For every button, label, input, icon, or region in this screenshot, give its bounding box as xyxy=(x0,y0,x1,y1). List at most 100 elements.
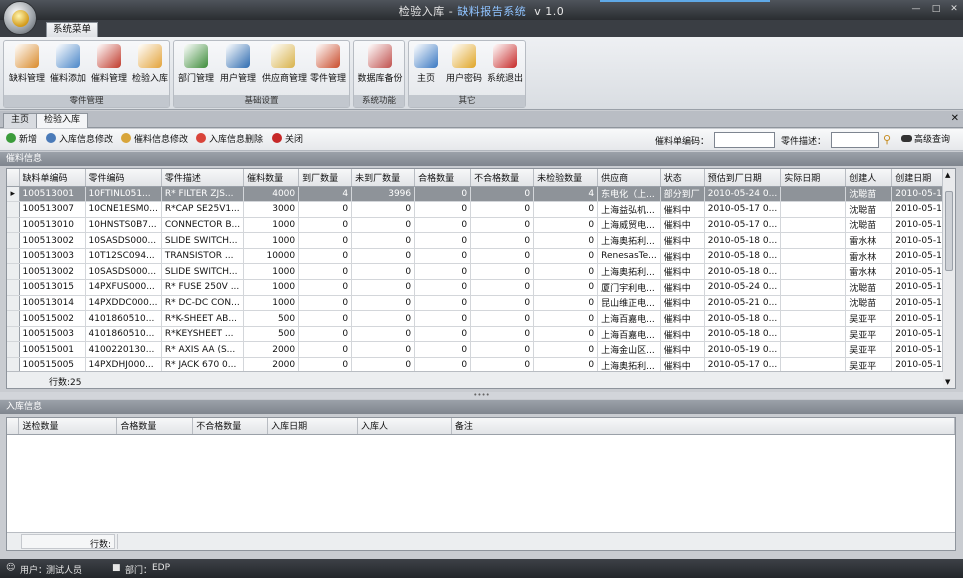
ribbon-button-0-0[interactable]: 缺料管理 xyxy=(6,43,48,95)
table-cell: 0 xyxy=(470,217,535,234)
scrollbar-thumb[interactable] xyxy=(945,191,953,271)
table-row[interactable]: 100513002 10SASDS000... SLIDE SWITCH... 100… xyxy=(7,232,955,249)
table-cell: 100513010 xyxy=(19,217,86,234)
column-header[interactable]: 零件编码 xyxy=(85,169,162,187)
app-menu-orb[interactable] xyxy=(3,1,37,35)
column-header[interactable]: 创建人 xyxy=(845,169,893,187)
scroll-up-icon[interactable]: ▲ xyxy=(945,171,950,179)
close-window-icon[interactable]: ✕ xyxy=(948,4,960,15)
table-row[interactable]: 100513007 10CNE1ESM0... R*CAP SE25V1... 300… xyxy=(7,201,955,218)
edit-reminder-button[interactable]: 催料信息修改 xyxy=(121,133,188,147)
table-row[interactable]: 100513003 10T12SC094... TRANSISTOR ... 1000… xyxy=(7,248,955,265)
advanced-search-button[interactable]: 高级查询 xyxy=(901,133,950,147)
table-cell: 2010-05-18 0... xyxy=(704,310,782,327)
table-cell: 催料中 xyxy=(660,248,705,265)
order-code-input[interactable] xyxy=(714,132,775,148)
edit-inbound-button[interactable]: 入库信息修改 xyxy=(46,133,113,147)
table-cell: 1000 xyxy=(243,232,300,249)
column-header[interactable]: 到厂数量 xyxy=(298,169,353,187)
table-cell: 0 xyxy=(470,326,535,343)
column-header[interactable]: 缺料单编码 xyxy=(19,169,86,187)
ribbon-button-1-3[interactable]: 零件管理 xyxy=(307,43,349,95)
table-row[interactable]: 100515003 4101860510... R*KEYSHEET ... 500 0… xyxy=(7,326,955,343)
close-tab-icon[interactable]: ✕ xyxy=(951,113,959,124)
table-cell: R* FUSE 250V ... xyxy=(161,279,245,296)
search-icon[interactable]: ⚲ xyxy=(883,133,891,146)
book-icon xyxy=(97,44,121,68)
minimize-icon[interactable]: — xyxy=(910,4,922,15)
column-header[interactable]: 预估到厂日期 xyxy=(704,169,782,187)
ribbon-button-1-0[interactable]: 部门管理 xyxy=(175,43,217,95)
app-name: 缺料报告系统 xyxy=(457,5,527,18)
toolbar: 新增 入库信息修改 催料信息修改 入库信息删除 关闭 催料单编码： 零件描述： … xyxy=(0,129,963,151)
table-cell: R*CAP SE25V1... xyxy=(161,201,245,218)
add-button[interactable]: 新增 xyxy=(6,133,37,147)
table-cell: 100515003 xyxy=(19,326,86,343)
table-row[interactable]: ▸ 100513001 10FTINL051... R* FILTER ZJS... 4… xyxy=(7,186,955,203)
table-cell: 2010-05-19 0... xyxy=(704,341,782,359)
pencil-doc-icon xyxy=(15,44,39,68)
part-desc-input[interactable] xyxy=(831,132,879,148)
table-row[interactable]: 100515002 4101860510... R*K-SHEET AB... 500… xyxy=(7,310,955,327)
table-cell: 0 xyxy=(533,217,599,234)
inbound-table-header: 送检数量 合格数量 不合格数量 入库日期 入库人 备注 xyxy=(7,418,956,435)
ribbon-button-0-2[interactable]: 催料管理 xyxy=(88,43,130,95)
exit-icon xyxy=(493,44,517,68)
edit-users-icon xyxy=(46,133,56,143)
column-header[interactable]: 催料数量 xyxy=(243,169,300,187)
user-check-icon xyxy=(226,44,250,68)
table-cell: 0 xyxy=(533,263,599,281)
ribbon-button-label: 检验入库 xyxy=(131,74,168,84)
footer-divider xyxy=(117,534,121,549)
table-row[interactable]: 100513014 14PXDDC000... R* DC-DC CON... 100… xyxy=(7,295,955,312)
ribbon-tab-system-menu[interactable]: 系统菜单 xyxy=(46,22,99,38)
tab-inspection-inbound[interactable]: 检验入库 xyxy=(36,113,89,128)
column-header[interactable]: 不合格数量 xyxy=(470,169,535,187)
table-cell: 500 xyxy=(243,326,300,343)
table-cell: 0 xyxy=(298,217,353,234)
table-cell: 0 xyxy=(351,263,416,281)
vertical-scrollbar[interactable]: ▲ ▼ xyxy=(942,169,955,388)
ribbon-button-label: 催料管理 xyxy=(90,74,127,84)
column-header[interactable]: 入库日期 xyxy=(267,418,358,435)
table-cell: 10FTINL051... xyxy=(85,186,162,203)
table-row[interactable]: 100513002 10SASDS000... SLIDE SWITCH... 100… xyxy=(7,263,955,281)
scroll-down-icon[interactable]: ▼ xyxy=(945,378,950,386)
tab-home[interactable]: 主页 xyxy=(3,113,38,128)
maximize-icon[interactable]: □ xyxy=(930,4,942,15)
ribbon-button-0-3[interactable]: 检验入库 xyxy=(129,43,171,95)
joystick-icon xyxy=(271,44,295,68)
column-header[interactable]: 未到厂数量 xyxy=(351,169,416,187)
column-header[interactable]: 供应商 xyxy=(597,169,661,187)
column-header[interactable]: 状态 xyxy=(660,169,705,187)
ribbon-button-3-0[interactable]: 主页 xyxy=(409,43,443,95)
column-header[interactable]: 实际日期 xyxy=(780,169,847,187)
ribbon-button-1-1[interactable]: 用户管理 xyxy=(217,43,259,95)
ribbon-button-3-2[interactable]: 系统退出 xyxy=(484,43,526,95)
ribbon-button-3-1[interactable]: 用户密码 xyxy=(443,43,485,95)
column-header[interactable]: 合格数量 xyxy=(414,169,472,187)
table-row[interactable]: 100513015 14PXFUS000... R* FUSE 250V ... 10… xyxy=(7,279,955,296)
delete-inbound-button[interactable]: 入库信息删除 xyxy=(196,133,263,147)
column-header[interactable]: 零件描述 xyxy=(161,169,245,187)
column-header[interactable]: 入库人 xyxy=(357,418,452,435)
column-header[interactable]: 送检数量 xyxy=(18,418,118,435)
table-cell: 上海奥拓利... xyxy=(597,263,661,281)
panel-splitter[interactable]: •••• xyxy=(0,392,963,399)
row-indicator xyxy=(7,326,20,343)
column-header[interactable]: 合格数量 xyxy=(116,418,194,435)
table-cell: 0 xyxy=(298,295,353,312)
column-header[interactable]: 备注 xyxy=(451,418,956,435)
ribbon-button-1-2[interactable]: 供应商管理 xyxy=(262,43,307,95)
table-cell: 0 xyxy=(470,341,535,359)
column-header[interactable]: 未检验数量 xyxy=(533,169,599,187)
table-cell: 0 xyxy=(414,279,472,296)
ribbon-button-0-1[interactable]: 催料添加 xyxy=(47,43,89,95)
table-row[interactable]: 100515001 4100220130... R* AXIS AA (S... 20… xyxy=(7,341,955,359)
close-button[interactable]: 关闭 xyxy=(272,133,303,147)
ribbon-button-2-0[interactable]: 数据库备份 xyxy=(357,43,403,95)
column-header[interactable]: 不合格数量 xyxy=(192,418,269,435)
ribbon-group-label: 零件管理 xyxy=(4,95,169,107)
table-row[interactable]: 100513010 10HNSTS0B7... CONNECTOR B... 1000… xyxy=(7,217,955,234)
row-indicator xyxy=(7,295,20,312)
